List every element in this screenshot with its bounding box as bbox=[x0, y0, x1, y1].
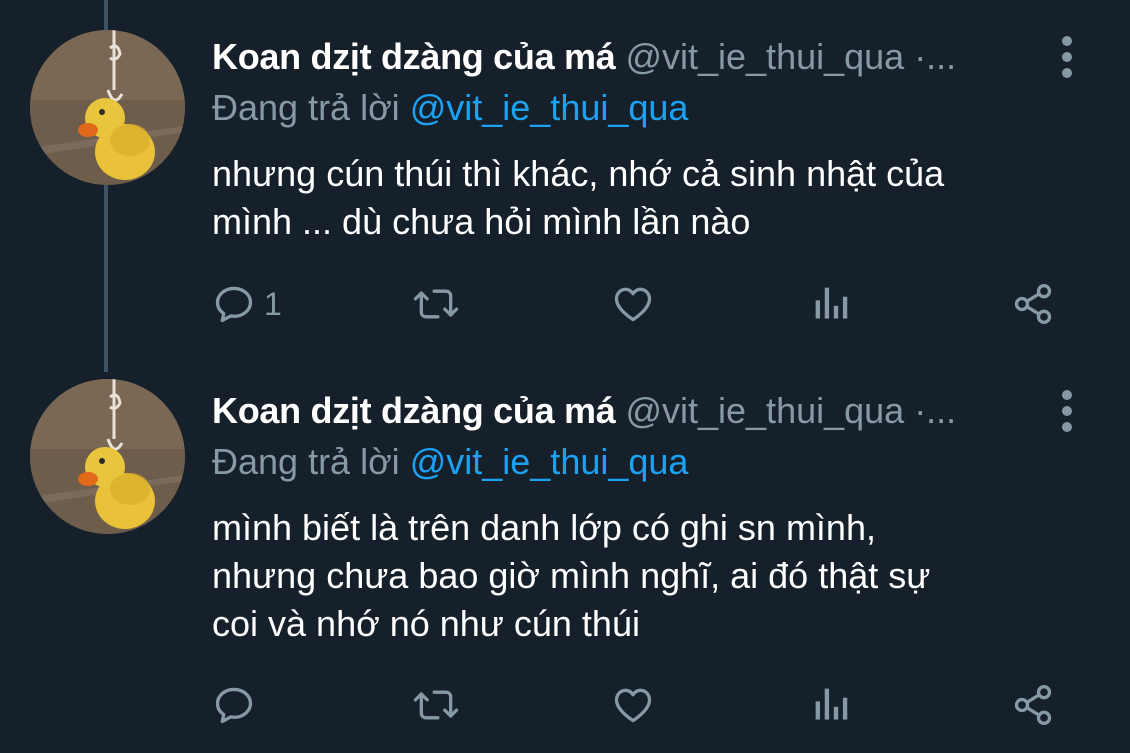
tweet[interactable]: Koan dzịt dzàng của má @vit_ie_thui_qua … bbox=[0, 0, 1130, 372]
tweet-text: nhưng cún thúi thì khác, nhớ cả sinh nhậ… bbox=[212, 150, 1102, 246]
tweet-text-line: mình ... dù chưa hỏi mình lần nào bbox=[212, 201, 751, 242]
tweet[interactable]: Koan dzịt dzàng của má @vit_ie_thui_qua … bbox=[0, 354, 1130, 753]
heart-icon bbox=[614, 287, 652, 322]
replying-to-label: Đang trả lời bbox=[212, 87, 400, 128]
more-vertical-icon-dot bbox=[1062, 422, 1072, 432]
tweet-timeline: Koan dzịt dzàng của má @vit_ie_thui_qua … bbox=[0, 0, 1130, 753]
retweet-button[interactable] bbox=[412, 680, 460, 730]
like-button[interactable] bbox=[610, 680, 656, 730]
retweet-button[interactable] bbox=[412, 279, 460, 329]
replying-to: Đang trả lời @vit_ie_thui_qua bbox=[212, 84, 688, 132]
share-button[interactable] bbox=[1010, 680, 1056, 730]
like-button[interactable] bbox=[610, 279, 656, 329]
analytics-button[interactable] bbox=[812, 279, 852, 329]
retweet-icon bbox=[413, 690, 459, 720]
reply-button[interactable]: 1 bbox=[212, 279, 282, 329]
more-options-button[interactable] bbox=[1052, 390, 1082, 432]
more-vertical-icon bbox=[1062, 390, 1072, 400]
tweet-text-line: mình biết là trên danh lớp có ghi sn mìn… bbox=[212, 507, 876, 548]
more-options-button[interactable] bbox=[1052, 36, 1082, 78]
tweet-actions: 1 bbox=[212, 279, 1072, 329]
heart-icon bbox=[614, 688, 652, 723]
replying-to: Đang trả lời @vit_ie_thui_qua bbox=[212, 438, 688, 486]
rubber-duck-avatar-image bbox=[30, 30, 185, 185]
replying-to-label: Đang trả lời bbox=[212, 441, 400, 482]
reply-icon bbox=[215, 286, 253, 323]
tweet-header: Koan dzịt dzàng của má @vit_ie_thui_qua … bbox=[212, 33, 990, 81]
display-name[interactable]: Koan dzịt dzàng của má bbox=[212, 33, 616, 81]
share-button[interactable] bbox=[1010, 279, 1056, 329]
tweet-text-line: nhưng cún thúi thì khác, nhớ cả sinh nhậ… bbox=[212, 153, 945, 194]
share-icon bbox=[1014, 284, 1052, 324]
tweet-text-line: nhưng chưa bao giờ mình nghĩ, ai đó thật… bbox=[212, 555, 931, 596]
tweet-text: mình biết là trên danh lớp có ghi sn mìn… bbox=[212, 504, 1102, 648]
user-handle[interactable]: @vit_ie_thui_qua ·... bbox=[625, 33, 990, 81]
reply-button[interactable] bbox=[212, 680, 264, 730]
avatar[interactable] bbox=[30, 30, 185, 185]
tweet-actions bbox=[212, 680, 1072, 730]
more-vertical-icon-dot bbox=[1062, 406, 1072, 416]
analytics-button[interactable] bbox=[812, 680, 852, 730]
more-vertical-icon-dot bbox=[1062, 68, 1072, 78]
rubber-duck-avatar-image bbox=[30, 379, 185, 534]
retweet-icon bbox=[413, 289, 459, 319]
share-icon bbox=[1014, 685, 1052, 725]
analytics-icon bbox=[815, 287, 848, 319]
reply-mention-link[interactable]: @vit_ie_thui_qua bbox=[410, 87, 689, 128]
analytics-icon bbox=[815, 688, 848, 720]
tweet-text-line: coi và nhớ nó như cún thúi bbox=[212, 603, 640, 644]
avatar[interactable] bbox=[30, 379, 185, 534]
reply-icon bbox=[215, 687, 253, 724]
reply-count: 1 bbox=[264, 285, 282, 322]
more-vertical-icon bbox=[1062, 36, 1072, 46]
user-handle[interactable]: @vit_ie_thui_qua ·... bbox=[625, 387, 990, 435]
more-vertical-icon-dot bbox=[1062, 52, 1072, 62]
tweet-header: Koan dzịt dzàng của má @vit_ie_thui_qua … bbox=[212, 387, 990, 435]
display-name[interactable]: Koan dzịt dzàng của má bbox=[212, 387, 616, 435]
reply-mention-link[interactable]: @vit_ie_thui_qua bbox=[410, 441, 689, 482]
